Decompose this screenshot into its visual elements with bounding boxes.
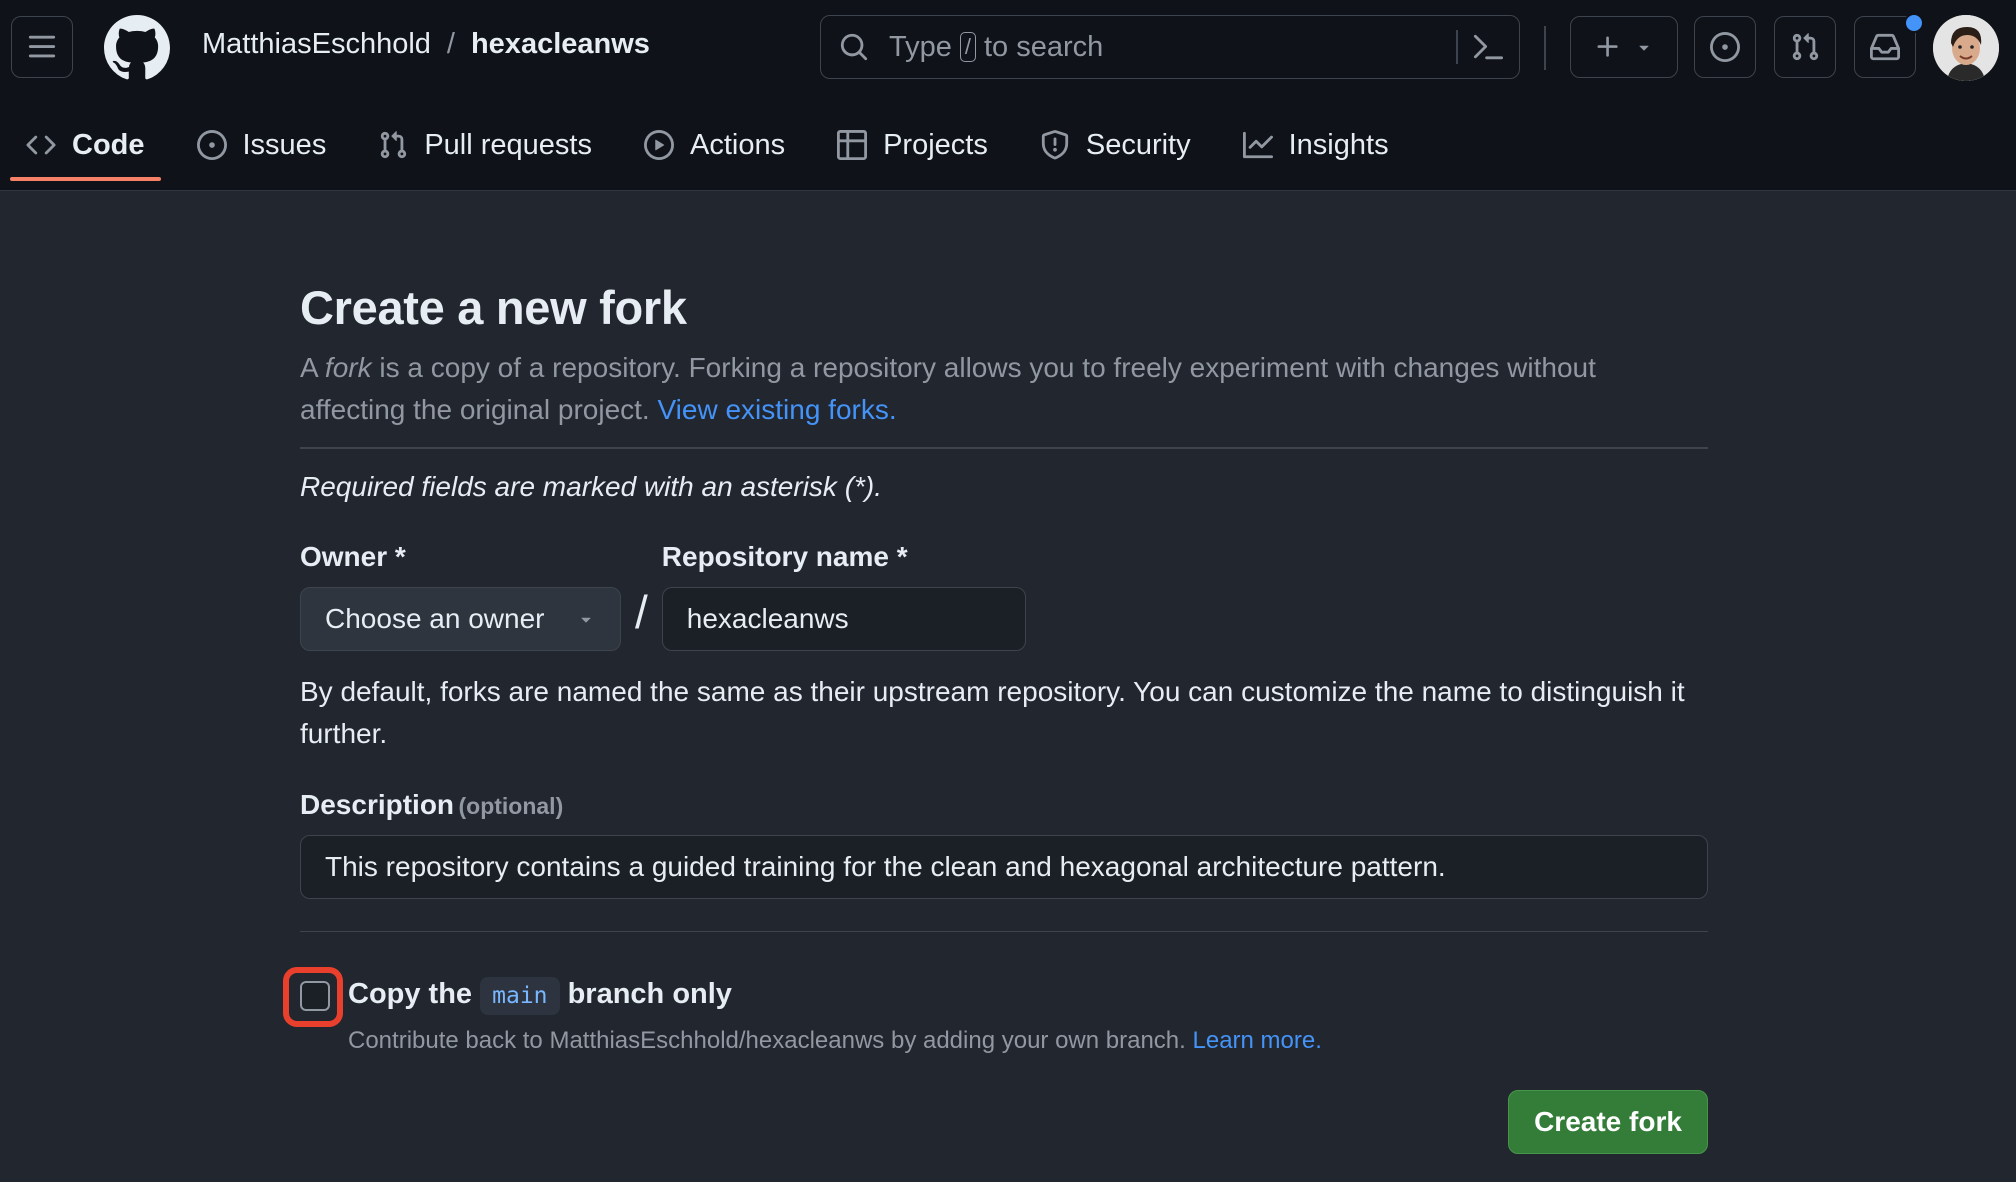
breadcrumb-separator: / [446,28,455,60]
tab-issues[interactable]: Issues [181,110,343,180]
repo-nav-tabs: Code Issues Pull requests Actions Projec… [10,110,1425,192]
copy-branch-text-a: Copy the [348,978,481,1010]
graph-icon [1242,131,1273,159]
view-existing-forks-link[interactable]: View existing forks. [657,394,896,425]
copy-branch-label[interactable]: Copy the main branch only [348,977,732,1015]
tab-pull-requests[interactable]: Pull requests [362,110,608,180]
command-palette-icon[interactable] [1473,32,1503,62]
tab-actions[interactable]: Actions [628,110,801,180]
issue-opened-icon [1710,32,1740,62]
play-icon [643,130,674,160]
intro-text-b: is a copy of a repository. Forking a rep… [300,352,1596,425]
repo-name-label: Repository name * [661,540,908,572]
owner-repo-slash: / [635,585,648,638]
code-icon [26,135,56,155]
tab-security-label: Security [1085,128,1191,161]
page-title: Create a new fork [300,281,687,334]
search-icon [840,33,868,61]
copy-branch-help-text: Contribute back to MatthiasEschhold/hexa… [348,1027,1193,1054]
search-placeholder-prefix: Type [889,30,952,63]
owner-select-value: Choose an owner [325,602,545,634]
search-input[interactable]: Type / to search [820,15,1520,79]
notification-indicator [1904,13,1924,33]
breadcrumb: MatthiasEschhold / hexacleanws [202,28,650,61]
avatar[interactable] [1933,15,1999,81]
app-header: MatthiasEschhold / hexacleanws Type / to… [0,0,2016,191]
tab-code[interactable]: Code [10,110,161,181]
tab-projects-label: Projects [883,128,988,161]
header-divider [1544,26,1546,70]
fork-intro: A fork is a copy of a repository. Forkin… [300,347,1708,431]
table-icon [837,130,868,160]
copy-branch-help: Contribute back to MatthiasEschhold/hexa… [348,1027,1322,1055]
description-optional: (optional) [458,792,564,819]
intro-fork-emphasis: fork [324,352,372,383]
triangle-down-icon [1639,45,1649,51]
fork-form: Create a new fork A fork is a copy of a … [283,280,1708,1154]
description-value: This repository contains a guided traini… [325,850,1446,882]
github-logo-icon[interactable] [104,15,170,81]
copy-branch-text-b: branch only [559,978,732,1010]
tab-insights-label: Insights [1288,128,1389,161]
description-label-text: Description [300,788,455,820]
owner-select[interactable]: Choose an owner [300,586,621,651]
description-label: Description (optional) [300,789,1708,821]
description-input[interactable]: This repository contains a guided traini… [300,834,1708,899]
search-shortcut-key: / [959,32,976,62]
git-pull-request-icon [1792,33,1819,61]
issues-button[interactable] [1694,16,1756,78]
tab-projects[interactable]: Projects [821,110,1004,180]
repo-name-input[interactable]: hexacleanws [661,586,1026,651]
tab-pull-requests-label: Pull requests [424,128,592,161]
issue-opened-icon [196,130,227,160]
search-divider [1456,30,1458,64]
pull-requests-button[interactable] [1774,16,1836,78]
divider [300,447,1708,449]
repo-name-help: By default, forks are named the same as … [300,675,1685,749]
hamburger-menu-button[interactable] [11,16,73,78]
learn-more-link[interactable]: Learn more. [1193,1027,1322,1054]
required-fields-note: Required fields are marked with an aster… [300,470,883,502]
breadcrumb-owner-link[interactable]: MatthiasEschhold [202,28,431,61]
inbox-icon [1870,33,1900,61]
intro-text-a: A [300,352,325,383]
copy-main-branch-checkbox[interactable] [300,981,330,1011]
tab-code-label: Code [72,128,145,161]
divider [300,930,1708,932]
owner-repo-row: Owner * Choose an owner / Repository nam… [300,541,1708,651]
owner-label: Owner * [300,540,406,572]
create-fork-button[interactable]: Create fork [1508,1090,1708,1154]
tab-actions-label: Actions [689,128,786,161]
owner-field: Owner * Choose an owner [300,541,621,651]
git-pull-request-icon [381,131,407,159]
create-new-button[interactable] [1570,16,1678,78]
breadcrumb-repo-link[interactable]: hexacleanws [471,28,650,61]
plus-icon [1597,36,1618,57]
repo-name-field: Repository name * hexacleanws [661,540,1026,651]
branch-name-code: main [480,977,560,1015]
shield-icon [1041,130,1068,160]
three-bars-icon [28,35,56,58]
tab-security[interactable]: Security [1024,110,1207,180]
triangle-down-icon [581,617,591,623]
search-placeholder-suffix: to search [984,30,1104,63]
repo-name-value: hexacleanws [686,602,849,634]
tab-issues-label: Issues [242,128,327,161]
tab-insights[interactable]: Insights [1227,110,1405,180]
